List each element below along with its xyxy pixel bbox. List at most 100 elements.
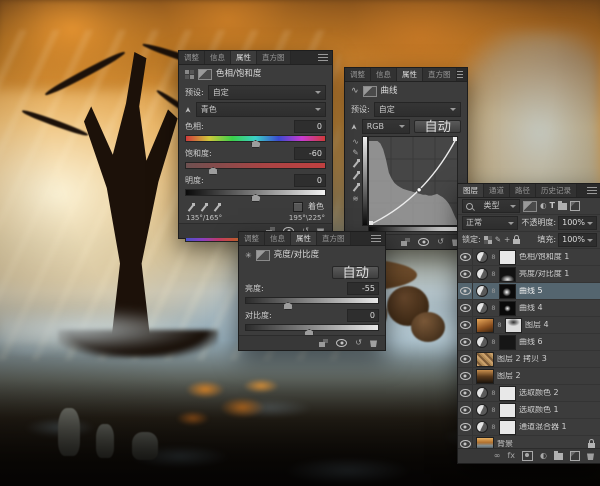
visibility-eye-icon[interactable] bbox=[458, 283, 473, 299]
reset-icon[interactable]: ↺ bbox=[437, 238, 444, 246]
visibility-eye-icon[interactable] bbox=[458, 317, 473, 333]
visibility-eye-icon[interactable] bbox=[458, 436, 473, 448]
layer-mask-thumbnail[interactable] bbox=[499, 386, 516, 401]
layer-row[interactable]: 8曲线 6 bbox=[458, 334, 600, 351]
tab-3[interactable]: 历史记录 bbox=[536, 184, 577, 197]
fill-value[interactable]: 100% bbox=[558, 233, 597, 247]
layer-mask-thumbnail[interactable] bbox=[499, 403, 516, 418]
lock-transparency-icon[interactable] bbox=[484, 236, 492, 244]
new-layer-icon[interactable] bbox=[570, 451, 580, 461]
tab-0[interactable]: 图层 bbox=[458, 184, 484, 197]
add-mask-icon[interactable] bbox=[522, 451, 533, 461]
layer-thumbnail[interactable] bbox=[476, 369, 494, 384]
edit-points-icon[interactable]: ∿ bbox=[352, 138, 358, 146]
filter-type-dropdown[interactable]: 类型 bbox=[462, 199, 520, 213]
saturation-value[interactable]: -60 bbox=[294, 147, 326, 160]
visibility-eye-icon[interactable] bbox=[458, 385, 473, 401]
tab-1[interactable]: 信息 bbox=[265, 232, 291, 245]
eyedropper-icon[interactable] bbox=[187, 203, 195, 212]
layer-mask-thumbnail[interactable] bbox=[499, 420, 516, 435]
layer-row[interactable]: 8亮度/对比度 1 bbox=[458, 266, 600, 283]
eyedropper-plus-icon[interactable] bbox=[200, 203, 208, 212]
visibility-eye-icon[interactable] bbox=[458, 266, 473, 282]
white-point-eyedropper-icon[interactable] bbox=[352, 183, 360, 192]
visibility-eye-icon[interactable] bbox=[458, 368, 473, 384]
lock-position-icon[interactable]: + bbox=[504, 236, 510, 244]
filter-type-layers-icon[interactable]: T bbox=[550, 202, 555, 210]
brightness-slider[interactable] bbox=[245, 295, 379, 306]
colorize-checkbox[interactable] bbox=[293, 202, 303, 212]
auto-button[interactable]: 自动 bbox=[332, 266, 379, 279]
delete-layer-icon[interactable] bbox=[587, 452, 594, 460]
panel-menu-icon[interactable] bbox=[457, 71, 464, 78]
link-layers-icon[interactable]: ∞ bbox=[494, 452, 501, 460]
clip-adjustment-icon[interactable] bbox=[319, 339, 328, 347]
lock-pixels-icon[interactable]: ✎ bbox=[495, 236, 501, 244]
blend-mode-dropdown[interactable]: 正常 bbox=[462, 216, 518, 230]
smooth-icon[interactable]: ≋ bbox=[352, 195, 358, 203]
layer-row[interactable]: 8选取颜色 1 bbox=[458, 402, 600, 419]
pencil-icon[interactable]: ✎ bbox=[352, 149, 358, 157]
layer-mask-thumbnail[interactable] bbox=[499, 301, 516, 316]
visibility-eye-icon[interactable] bbox=[458, 351, 473, 367]
layer-row[interactable]: 8选取颜色 2 bbox=[458, 385, 600, 402]
layer-row[interactable]: 8色相/饱和度 1 bbox=[458, 249, 600, 266]
visibility-eye-icon[interactable] bbox=[418, 238, 429, 246]
lock-all-icon[interactable] bbox=[513, 239, 520, 244]
panel-menu-icon[interactable] bbox=[318, 54, 328, 61]
tab-2[interactable]: 属性 bbox=[231, 51, 257, 64]
eyedropper-minus-icon[interactable] bbox=[213, 203, 221, 212]
tab-1[interactable]: 信息 bbox=[371, 68, 397, 81]
preset-dropdown[interactable]: 自定 bbox=[374, 102, 461, 117]
delete-icon[interactable] bbox=[370, 339, 377, 347]
filter-pixel-layers-icon[interactable] bbox=[523, 201, 537, 212]
black-point-eyedropper-icon[interactable] bbox=[352, 159, 360, 168]
layer-row[interactable]: 图层 2 bbox=[458, 368, 600, 385]
filter-smart-object-icon[interactable] bbox=[570, 201, 580, 211]
tab-3[interactable]: 直方图 bbox=[257, 51, 291, 64]
new-group-icon[interactable] bbox=[554, 453, 563, 460]
clip-adjustment-icon[interactable] bbox=[401, 238, 410, 246]
curve-plot[interactable] bbox=[362, 136, 463, 232]
opacity-value[interactable]: 100% bbox=[558, 216, 597, 230]
targeted-adjust-icon[interactable]: ➤ bbox=[350, 123, 358, 130]
lightness-value[interactable]: 0 bbox=[294, 174, 326, 187]
lightness-slider[interactable] bbox=[185, 187, 326, 198]
tab-2[interactable]: 属性 bbox=[397, 68, 423, 81]
saturation-slider[interactable] bbox=[185, 160, 326, 171]
tab-3[interactable]: 直方图 bbox=[423, 68, 457, 81]
hue-value[interactable]: 0 bbox=[294, 120, 326, 133]
layer-thumbnail[interactable] bbox=[476, 352, 494, 367]
channel-dropdown[interactable]: RGB bbox=[362, 119, 411, 134]
new-adjustment-layer-icon[interactable]: ◐ bbox=[540, 452, 547, 460]
panel-menu-icon[interactable] bbox=[371, 235, 381, 242]
layer-thumbnail[interactable] bbox=[476, 437, 494, 449]
layer-mask-thumbnail[interactable] bbox=[505, 318, 522, 333]
layer-mask-thumbnail[interactable] bbox=[499, 335, 516, 350]
tab-3[interactable]: 直方图 bbox=[317, 232, 351, 245]
tab-0[interactable]: 调整 bbox=[179, 51, 205, 64]
layer-row[interactable]: 8通道混合器 1 bbox=[458, 419, 600, 436]
visibility-eye-icon[interactable] bbox=[458, 402, 473, 418]
tab-0[interactable]: 调整 bbox=[345, 68, 371, 81]
brightness-value[interactable]: -55 bbox=[347, 282, 379, 295]
visibility-eye-icon[interactable] bbox=[458, 300, 473, 316]
reset-icon[interactable]: ↺ bbox=[355, 339, 362, 347]
hue-slider[interactable] bbox=[185, 133, 326, 144]
layer-thumbnail[interactable] bbox=[476, 318, 494, 333]
tab-1[interactable]: 通道 bbox=[484, 184, 510, 197]
layer-row[interactable]: 8曲线 5 bbox=[458, 283, 600, 300]
channel-dropdown[interactable]: 青色 bbox=[196, 102, 326, 117]
layer-style-fx-icon[interactable]: fx bbox=[507, 452, 515, 460]
tab-0[interactable]: 调整 bbox=[239, 232, 265, 245]
visibility-eye-icon[interactable] bbox=[458, 334, 473, 350]
gray-point-eyedropper-icon[interactable] bbox=[352, 171, 360, 180]
layer-mask-thumbnail[interactable] bbox=[499, 250, 516, 265]
targeted-adjust-icon[interactable]: ➤ bbox=[184, 106, 192, 113]
visibility-eye-icon[interactable] bbox=[458, 419, 473, 435]
panel-menu-icon[interactable] bbox=[587, 187, 597, 194]
tab-1[interactable]: 信息 bbox=[205, 51, 231, 64]
curve-graph[interactable] bbox=[369, 137, 457, 225]
layer-row[interactable]: 背景 bbox=[458, 436, 600, 448]
auto-button[interactable]: 自动 bbox=[414, 120, 461, 133]
